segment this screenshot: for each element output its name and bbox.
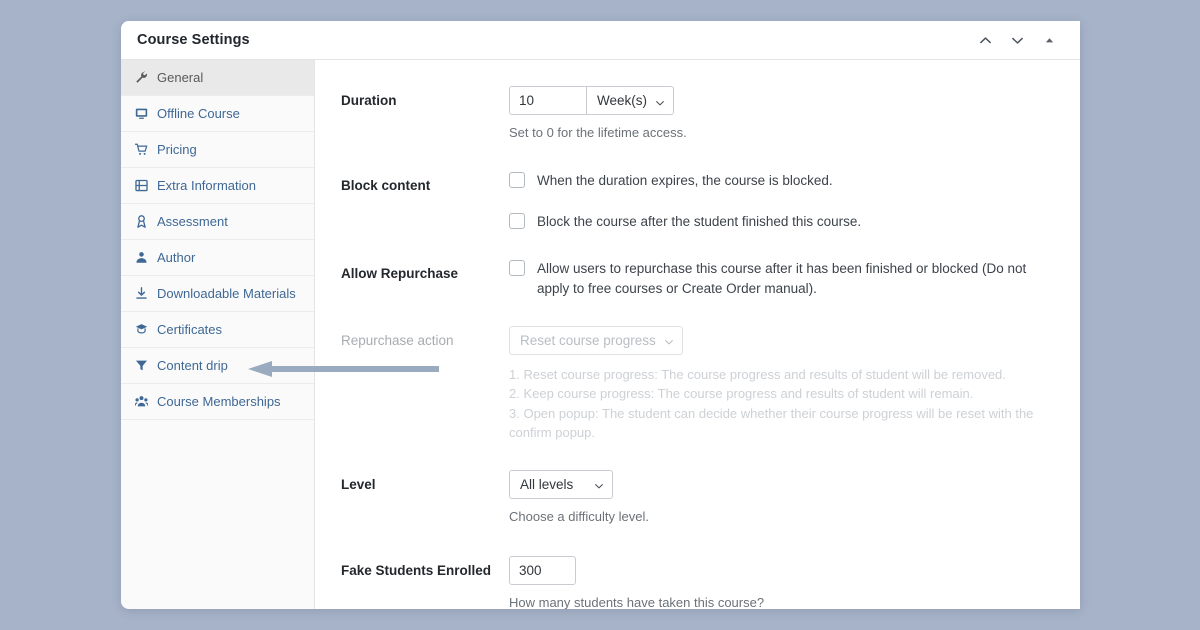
sidebar-item-certificates[interactable]: Certificates <box>121 312 314 348</box>
allow-repurchase-option: Allow users to repurchase this course af… <box>509 259 1054 300</box>
sidebar-item-label: Certificates <box>157 322 223 337</box>
field-row-allow-repurchase: Allow Repurchase Allow users to repurcha… <box>341 259 1054 300</box>
medal-icon <box>134 215 148 229</box>
duration-input[interactable] <box>509 86 587 115</box>
settings-main-panel: Duration Week(s) Set to 0 for the lifeti… <box>315 60 1080 609</box>
sidebar-item-general[interactable]: General <box>121 60 314 96</box>
certificate-icon <box>134 323 148 337</box>
sidebar-item-course-memberships[interactable]: Course Memberships <box>121 384 314 420</box>
duration-hint: Set to 0 for the lifetime access. <box>509 125 687 140</box>
page-title: Course Settings <box>137 32 250 48</box>
sidebar-item-assessment[interactable]: Assessment <box>121 204 314 240</box>
repurchase-hint-line-1: 1. Reset course progress: The course pro… <box>509 366 1006 382</box>
fake-students-label: Fake Students Enrolled <box>341 562 492 578</box>
repurchase-hint-line-2: 2. Keep course progress: The course prog… <box>509 386 974 402</box>
chevron-down-icon <box>594 479 604 489</box>
sidebar-item-label: Author <box>157 250 196 265</box>
sidebar-item-author[interactable]: Author <box>121 240 314 276</box>
repurchase-action-label: Repurchase action <box>341 332 454 348</box>
block-content-option-2: Block the course after the student finis… <box>509 212 1054 232</box>
level-value: All levels <box>520 476 574 492</box>
block-on-expire-label: When the duration expires, the course is… <box>537 172 833 188</box>
duration-label: Duration <box>341 93 397 108</box>
sidebar-item-pricing[interactable]: Pricing <box>121 132 314 168</box>
allow-repurchase-text: Allow users to repurchase this course af… <box>537 261 1027 297</box>
repurchase-action-select[interactable]: Reset course progress <box>509 325 683 355</box>
user-icon <box>134 251 148 265</box>
block-on-expire-checkbox[interactable] <box>509 171 525 188</box>
sidebar-item-extra-information[interactable]: Extra Information <box>121 168 314 204</box>
field-row-fake-students: Fake Students Enrolled How many students… <box>341 555 1054 609</box>
field-row-block-content-2: Block the course after the student finis… <box>341 212 1054 232</box>
sidebar-item-content-drip[interactable]: Content drip <box>121 348 314 384</box>
field-row-block-content: Block content When the duration expires,… <box>341 171 1054 193</box>
collapse-triangle-icon[interactable] <box>1040 31 1058 49</box>
chevron-down-icon <box>655 96 665 106</box>
window-header: Course Settings <box>121 21 1080 60</box>
level-label: Level <box>341 476 376 492</box>
sidebar-item-label: Course Memberships <box>157 394 281 409</box>
download-icon <box>134 287 148 301</box>
cart-icon <box>134 143 148 157</box>
sidebar-item-downloadable-materials[interactable]: Downloadable Materials <box>121 276 314 312</box>
block-content-option-1: When the duration expires, the course is… <box>509 171 1054 191</box>
field-row-level: Level All levels Choose a difficulty lev… <box>341 469 1054 527</box>
sidebar-item-label: Pricing <box>157 142 197 157</box>
sidebar-item-label: Downloadable Materials <box>157 286 296 301</box>
block-after-finish-label: Block the course after the student finis… <box>537 213 862 229</box>
sidebar-item-label: Assessment <box>157 214 228 229</box>
monitor-icon <box>134 107 148 121</box>
sidebar-item-label: Content drip <box>157 358 228 373</box>
level-select[interactable]: All levels <box>509 469 613 499</box>
fake-students-input[interactable] <box>509 555 576 585</box>
level-hint: Choose a difficulty level. <box>509 508 649 524</box>
allow-repurchase-label: Allow Repurchase <box>341 266 459 282</box>
duration-unit-select[interactable]: Week(s) <box>586 86 675 115</box>
settings-sidebar: General Offline Course Pricing Extra Inf… <box>121 60 315 609</box>
block-after-finish-checkbox[interactable] <box>509 212 525 229</box>
allow-repurchase-checkbox[interactable] <box>509 260 525 277</box>
sidebar-item-offline-course[interactable]: Offline Course <box>121 96 314 132</box>
chevron-up-icon[interactable] <box>976 31 994 49</box>
funnel-icon <box>134 359 148 373</box>
header-controls <box>976 31 1066 49</box>
sidebar-item-label: Offline Course <box>157 106 240 121</box>
group-icon <box>134 395 148 409</box>
course-settings-window: Course Settings General Offline Course P… <box>121 21 1080 609</box>
repurchase-action-value: Reset course progress <box>520 332 656 348</box>
repurchase-hint-line-3: 3. Open popup: The student can decide wh… <box>509 406 1034 441</box>
fake-students-hint: How many students have taken this course… <box>509 594 765 609</box>
chevron-down-icon[interactable] <box>1008 31 1026 49</box>
wrench-icon <box>134 71 148 85</box>
field-row-repurchase-action: Repurchase action Reset course progress … <box>341 325 1054 444</box>
duration-controls: Week(s) <box>509 86 1054 115</box>
repurchase-action-hint: 1. Reset course progress: The course pro… <box>509 366 1054 443</box>
book-icon <box>134 179 148 193</box>
sidebar-item-label: Extra Information <box>157 178 256 193</box>
field-row-duration: Duration Week(s) Set to 0 for the lifeti… <box>341 86 1054 143</box>
window-body: General Offline Course Pricing Extra Inf… <box>121 60 1080 609</box>
sidebar-item-label: General <box>157 70 204 85</box>
spacer-label <box>341 212 509 219</box>
block-content-label: Block content <box>341 177 431 193</box>
chevron-down-icon <box>664 335 674 345</box>
duration-unit-value: Week(s) <box>597 93 648 108</box>
